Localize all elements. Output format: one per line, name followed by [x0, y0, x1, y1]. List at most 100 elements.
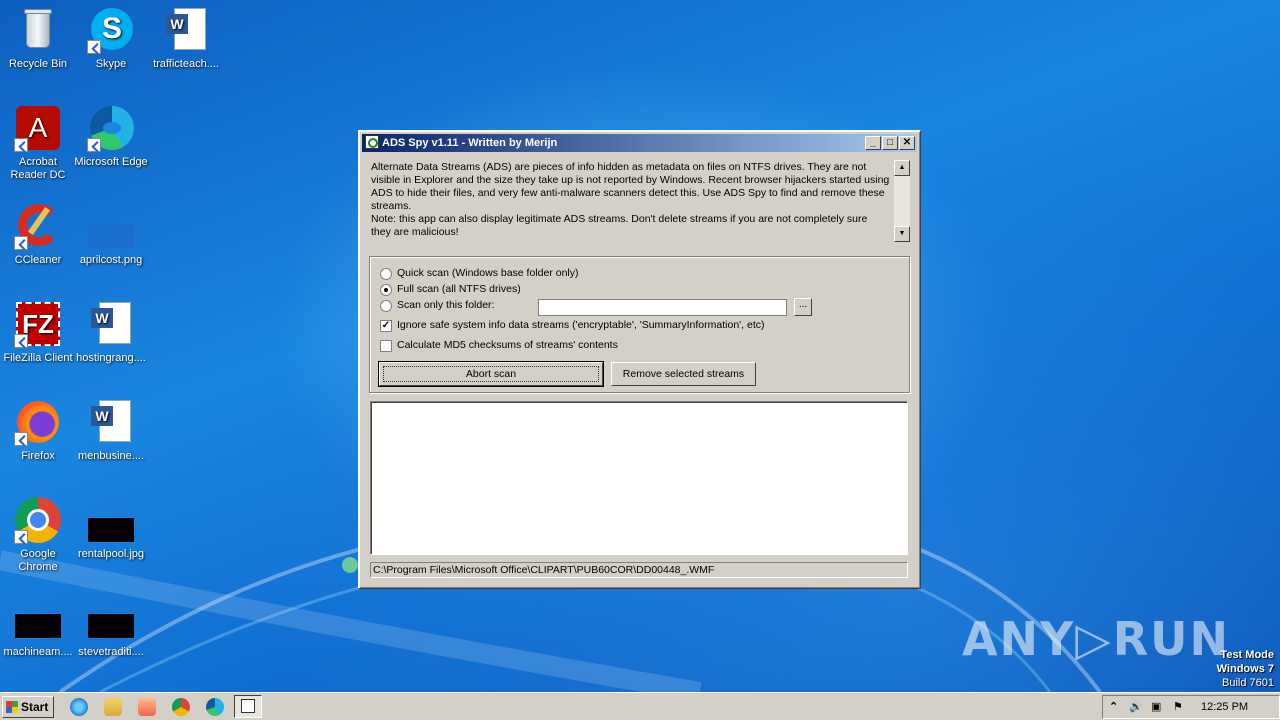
- desktop-icon-menbusine[interactable]: W menbusine....: [73, 398, 149, 463]
- ignore-safe-label: Ignore safe system info data streams ('e…: [397, 319, 765, 331]
- window-titlebar[interactable]: ADS Spy v1.11 - Written by Merijn _ □ ✕: [362, 134, 917, 152]
- test-mode-notice: Test Mode Windows 7 Build 7601: [1217, 648, 1274, 690]
- system-tray: ⌃ 🔊 ▣ ⚑ 12:25 PM: [1102, 695, 1280, 719]
- status-bar: C:\Program Files\Microsoft Office\CLIPAR…: [370, 562, 908, 578]
- internet-explorer-icon[interactable]: [70, 698, 88, 716]
- start-button[interactable]: Start: [2, 696, 54, 718]
- quick-scan-label: Quick scan (Windows base folder only): [397, 267, 579, 279]
- edge-taskbar-icon[interactable]: [206, 698, 224, 716]
- minimize-button[interactable]: _: [865, 136, 881, 150]
- scan-folder-radio[interactable]: [380, 300, 392, 312]
- ignore-safe-checkbox[interactable]: ✓: [380, 320, 392, 332]
- windows-version-line: Windows 7: [1216, 663, 1274, 675]
- desktop-icon-label: Acrobat Reader DC: [10, 156, 66, 181]
- full-scan-radio[interactable]: [380, 284, 392, 296]
- desktop-icon-label: CCleaner: [14, 254, 62, 266]
- desktop-icon-acrobat[interactable]: A Acrobat Reader DC: [0, 104, 76, 182]
- desktop-icon-label: stevetraditi....: [78, 646, 144, 658]
- desktop-icon-label: machineam....: [3, 646, 73, 658]
- volume-icon[interactable]: 🔊: [1129, 696, 1143, 718]
- start-label: Start: [21, 700, 49, 714]
- desktop-icon-label: Microsoft Edge: [74, 156, 148, 168]
- show-hidden-icons-icon[interactable]: ⌃: [1109, 696, 1118, 718]
- info-description: Alternate Data Streams (ADS) are pieces …: [371, 161, 890, 212]
- media-player-icon[interactable]: [138, 698, 156, 716]
- streams-results-list[interactable]: [370, 401, 908, 555]
- ads-spy-app-icon: [365, 135, 379, 149]
- quick-scan-radio[interactable]: [380, 268, 392, 280]
- chrome-icon: [14, 496, 62, 544]
- info-note: Note: this app can also display legitima…: [371, 213, 868, 238]
- full-scan-option[interactable]: Full scan (all NTFS drives): [380, 283, 680, 297]
- remove-streams-button[interactable]: Remove selected streams: [611, 362, 756, 386]
- windows-flag-icon: [6, 701, 18, 713]
- desktop-icon-filezilla[interactable]: FZ FileZilla Client: [0, 300, 76, 365]
- scroll-up-arrow-icon[interactable]: ▲: [894, 160, 910, 176]
- desktop-icon-trafficteach[interactable]: W trafficteach....: [148, 6, 224, 71]
- quick-scan-option[interactable]: Quick scan (Windows base folder only): [380, 267, 680, 281]
- desktop-icon-label: Recycle Bin: [8, 58, 68, 70]
- test-mode-line: Test Mode: [1220, 649, 1274, 661]
- maximize-button[interactable]: □: [882, 136, 898, 150]
- image-file-icon: [87, 594, 135, 642]
- anyrun-watermark: ANY▷RUN: [961, 612, 1230, 666]
- desktop-icon-stevetraditi[interactable]: stevetraditi....: [73, 594, 149, 659]
- desktop-icon-label: aprilcost.png: [79, 254, 143, 266]
- desktop-icon-label: Firefox: [21, 450, 55, 462]
- ads-spy-window: ADS Spy v1.11 - Written by Merijn _ □ ✕ …: [358, 130, 921, 589]
- desktop-icon-label: rentalpool.jpg: [77, 548, 145, 560]
- ignore-safe-option[interactable]: ✓ Ignore safe system info data streams (…: [380, 319, 860, 333]
- desktop-icon-rentalpool[interactable]: rentalpool.jpg: [73, 496, 149, 561]
- firefox-icon: [14, 398, 62, 446]
- desktop-icon-label: Skype: [95, 58, 127, 70]
- desktop-icon-firefox[interactable]: Firefox: [0, 398, 76, 463]
- desktop-icon-ccleaner[interactable]: CCleaner: [0, 202, 76, 267]
- folder-path-input[interactable]: [538, 299, 787, 316]
- word-document-icon: W: [87, 300, 135, 348]
- scroll-down-arrow-icon[interactable]: ▼: [894, 226, 910, 242]
- image-file-icon: [87, 496, 135, 544]
- word-document-icon: W: [87, 398, 135, 446]
- browse-folder-button[interactable]: ...: [794, 298, 812, 316]
- desktop-icon-hostingrang[interactable]: W hostingrang....: [73, 300, 149, 365]
- calc-md5-checkbox[interactable]: [380, 340, 392, 352]
- info-scrollbar[interactable]: ▲ ▼: [894, 160, 910, 242]
- desktop-icon-skype[interactable]: S Skype: [73, 6, 149, 71]
- desktop-icon-label: menbusine....: [77, 450, 145, 462]
- full-scan-label: Full scan (all NTFS drives): [397, 283, 521, 295]
- close-button[interactable]: ✕: [899, 136, 915, 150]
- build-line: Build 7601: [1222, 677, 1274, 689]
- info-textbox[interactable]: Alternate Data Streams (ADS) are pieces …: [369, 158, 910, 242]
- image-file-icon: [87, 202, 135, 250]
- desktop-icon-chrome[interactable]: Google Chrome: [0, 496, 76, 574]
- desktop-icon-edge[interactable]: Microsoft Edge: [73, 104, 149, 169]
- ads-spy-taskbar-button[interactable]: [234, 695, 262, 718]
- skype-icon: S: [87, 6, 135, 54]
- action-center-flag-icon[interactable]: ⚑: [1173, 696, 1183, 718]
- desktop-icon-label: hostingrang....: [76, 352, 146, 364]
- chrome-taskbar-icon[interactable]: [172, 698, 190, 716]
- acrobat-icon: A: [14, 104, 62, 152]
- scan-folder-option[interactable]: Scan only this folder:: [380, 299, 530, 313]
- desktop-icon-recycle-bin[interactable]: Recycle Bin: [0, 6, 76, 71]
- word-document-icon: W: [162, 6, 210, 54]
- explorer-icon[interactable]: [104, 698, 122, 716]
- taskbar: Start ⌃ 🔊 ▣ ⚑ 12:25 PM: [0, 692, 1280, 720]
- desktop-icon-label: Google Chrome: [18, 548, 58, 573]
- desktop-icon-label: trafficteach....: [153, 58, 219, 70]
- edge-icon: [87, 104, 135, 152]
- clock[interactable]: 12:25 PM: [1201, 696, 1248, 718]
- desktop: Recycle Bin A Acrobat Reader DC CCleaner…: [0, 0, 1280, 692]
- desktop-icon-aprilcost[interactable]: aprilcost.png: [73, 202, 149, 267]
- calc-md5-label: Calculate MD5 checksums of streams' cont…: [397, 339, 618, 351]
- recycle-bin-icon: [14, 6, 62, 54]
- abort-scan-button[interactable]: Abort scan: [378, 361, 604, 387]
- network-icon[interactable]: ▣: [1151, 696, 1161, 718]
- calc-md5-option[interactable]: Calculate MD5 checksums of streams' cont…: [380, 339, 680, 353]
- window-title: ADS Spy v1.11 - Written by Merijn: [382, 137, 558, 149]
- desktop-icon-machineam[interactable]: machineam....: [0, 594, 76, 659]
- ccleaner-icon: [14, 202, 62, 250]
- scan-folder-label: Scan only this folder:: [397, 299, 495, 311]
- desktop-icon-label: FileZilla Client: [3, 352, 73, 364]
- filezilla-icon: FZ: [14, 300, 62, 348]
